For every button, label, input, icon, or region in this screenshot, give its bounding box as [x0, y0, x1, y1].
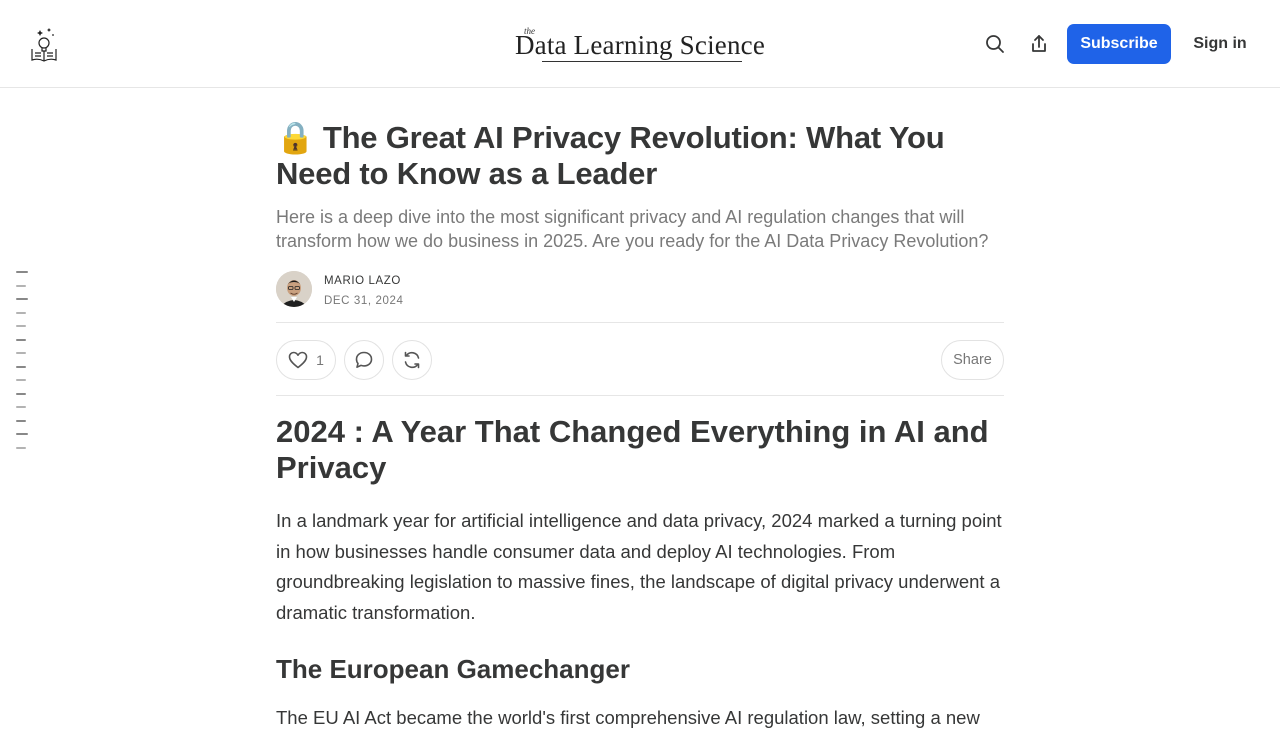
- toc-marker[interactable]: [16, 311, 26, 314]
- lock-emoji-icon: 🔒: [276, 120, 315, 155]
- post-subtitle: Here is a deep dive into the most signif…: [276, 207, 989, 251]
- section-heading: 2024 : A Year That Changed Everything in…: [276, 414, 989, 485]
- heart-icon: [288, 351, 308, 369]
- table-of-contents-rail[interactable]: [16, 271, 30, 460]
- sign-in-link[interactable]: Sign in: [1184, 24, 1256, 64]
- top-navigation-bar: the Data Learning Science Subscribe Sign…: [0, 0, 1280, 88]
- wordmark-underline: [542, 61, 742, 62]
- share-button[interactable]: Share: [941, 340, 1004, 380]
- author-avatar[interactable]: [276, 271, 312, 307]
- post-date: DEC 31, 2024: [324, 295, 404, 307]
- subscribe-button[interactable]: Subscribe: [1067, 24, 1171, 64]
- publication-name: Data Learning Science: [514, 30, 766, 60]
- toc-marker[interactable]: [16, 433, 28, 435]
- toc-marker[interactable]: [16, 352, 26, 354]
- post-title: 🔒 The Great AI Privacy Revolution: What …: [276, 120, 1004, 192]
- body-paragraph: In a landmark year for artificial intell…: [276, 510, 1002, 623]
- body-paragraph: The EU AI Act became the world's first c…: [276, 707, 980, 728]
- post-action-bar: 1 Share: [276, 322, 1004, 396]
- toc-marker[interactable]: [16, 325, 26, 327]
- toc-marker[interactable]: [16, 406, 26, 408]
- toc-marker[interactable]: [16, 298, 28, 300]
- search-button[interactable]: [979, 28, 1011, 60]
- toc-marker[interactable]: [16, 365, 26, 368]
- toc-marker[interactable]: [16, 419, 26, 422]
- share-upload-icon: [1032, 35, 1046, 52]
- article: 🔒 The Great AI Privacy Revolution: What …: [276, 120, 1004, 734]
- post-title-text: The Great AI Privacy Revolution: What Yo…: [276, 120, 945, 191]
- toc-marker[interactable]: [16, 446, 26, 449]
- search-icon: [986, 35, 1004, 53]
- toc-marker[interactable]: [16, 392, 26, 395]
- like-button[interactable]: 1: [276, 340, 336, 380]
- toc-marker[interactable]: [16, 379, 26, 381]
- subsection-heading: The European Gamechanger: [276, 654, 630, 684]
- share-top-button[interactable]: [1023, 28, 1055, 60]
- like-count: 1: [316, 352, 324, 368]
- comment-bubble-icon: [355, 351, 373, 368]
- comment-button[interactable]: [344, 340, 384, 380]
- toc-marker[interactable]: [16, 284, 26, 287]
- wordmark-the: the: [524, 26, 535, 36]
- restack-icon: [404, 351, 420, 369]
- author-name[interactable]: MARIO LAZO: [324, 275, 401, 287]
- toc-marker[interactable]: [16, 338, 26, 341]
- restack-button[interactable]: [392, 340, 432, 380]
- byline: MARIO LAZO DEC 31, 2024: [276, 271, 1004, 309]
- toc-marker[interactable]: [16, 271, 28, 273]
